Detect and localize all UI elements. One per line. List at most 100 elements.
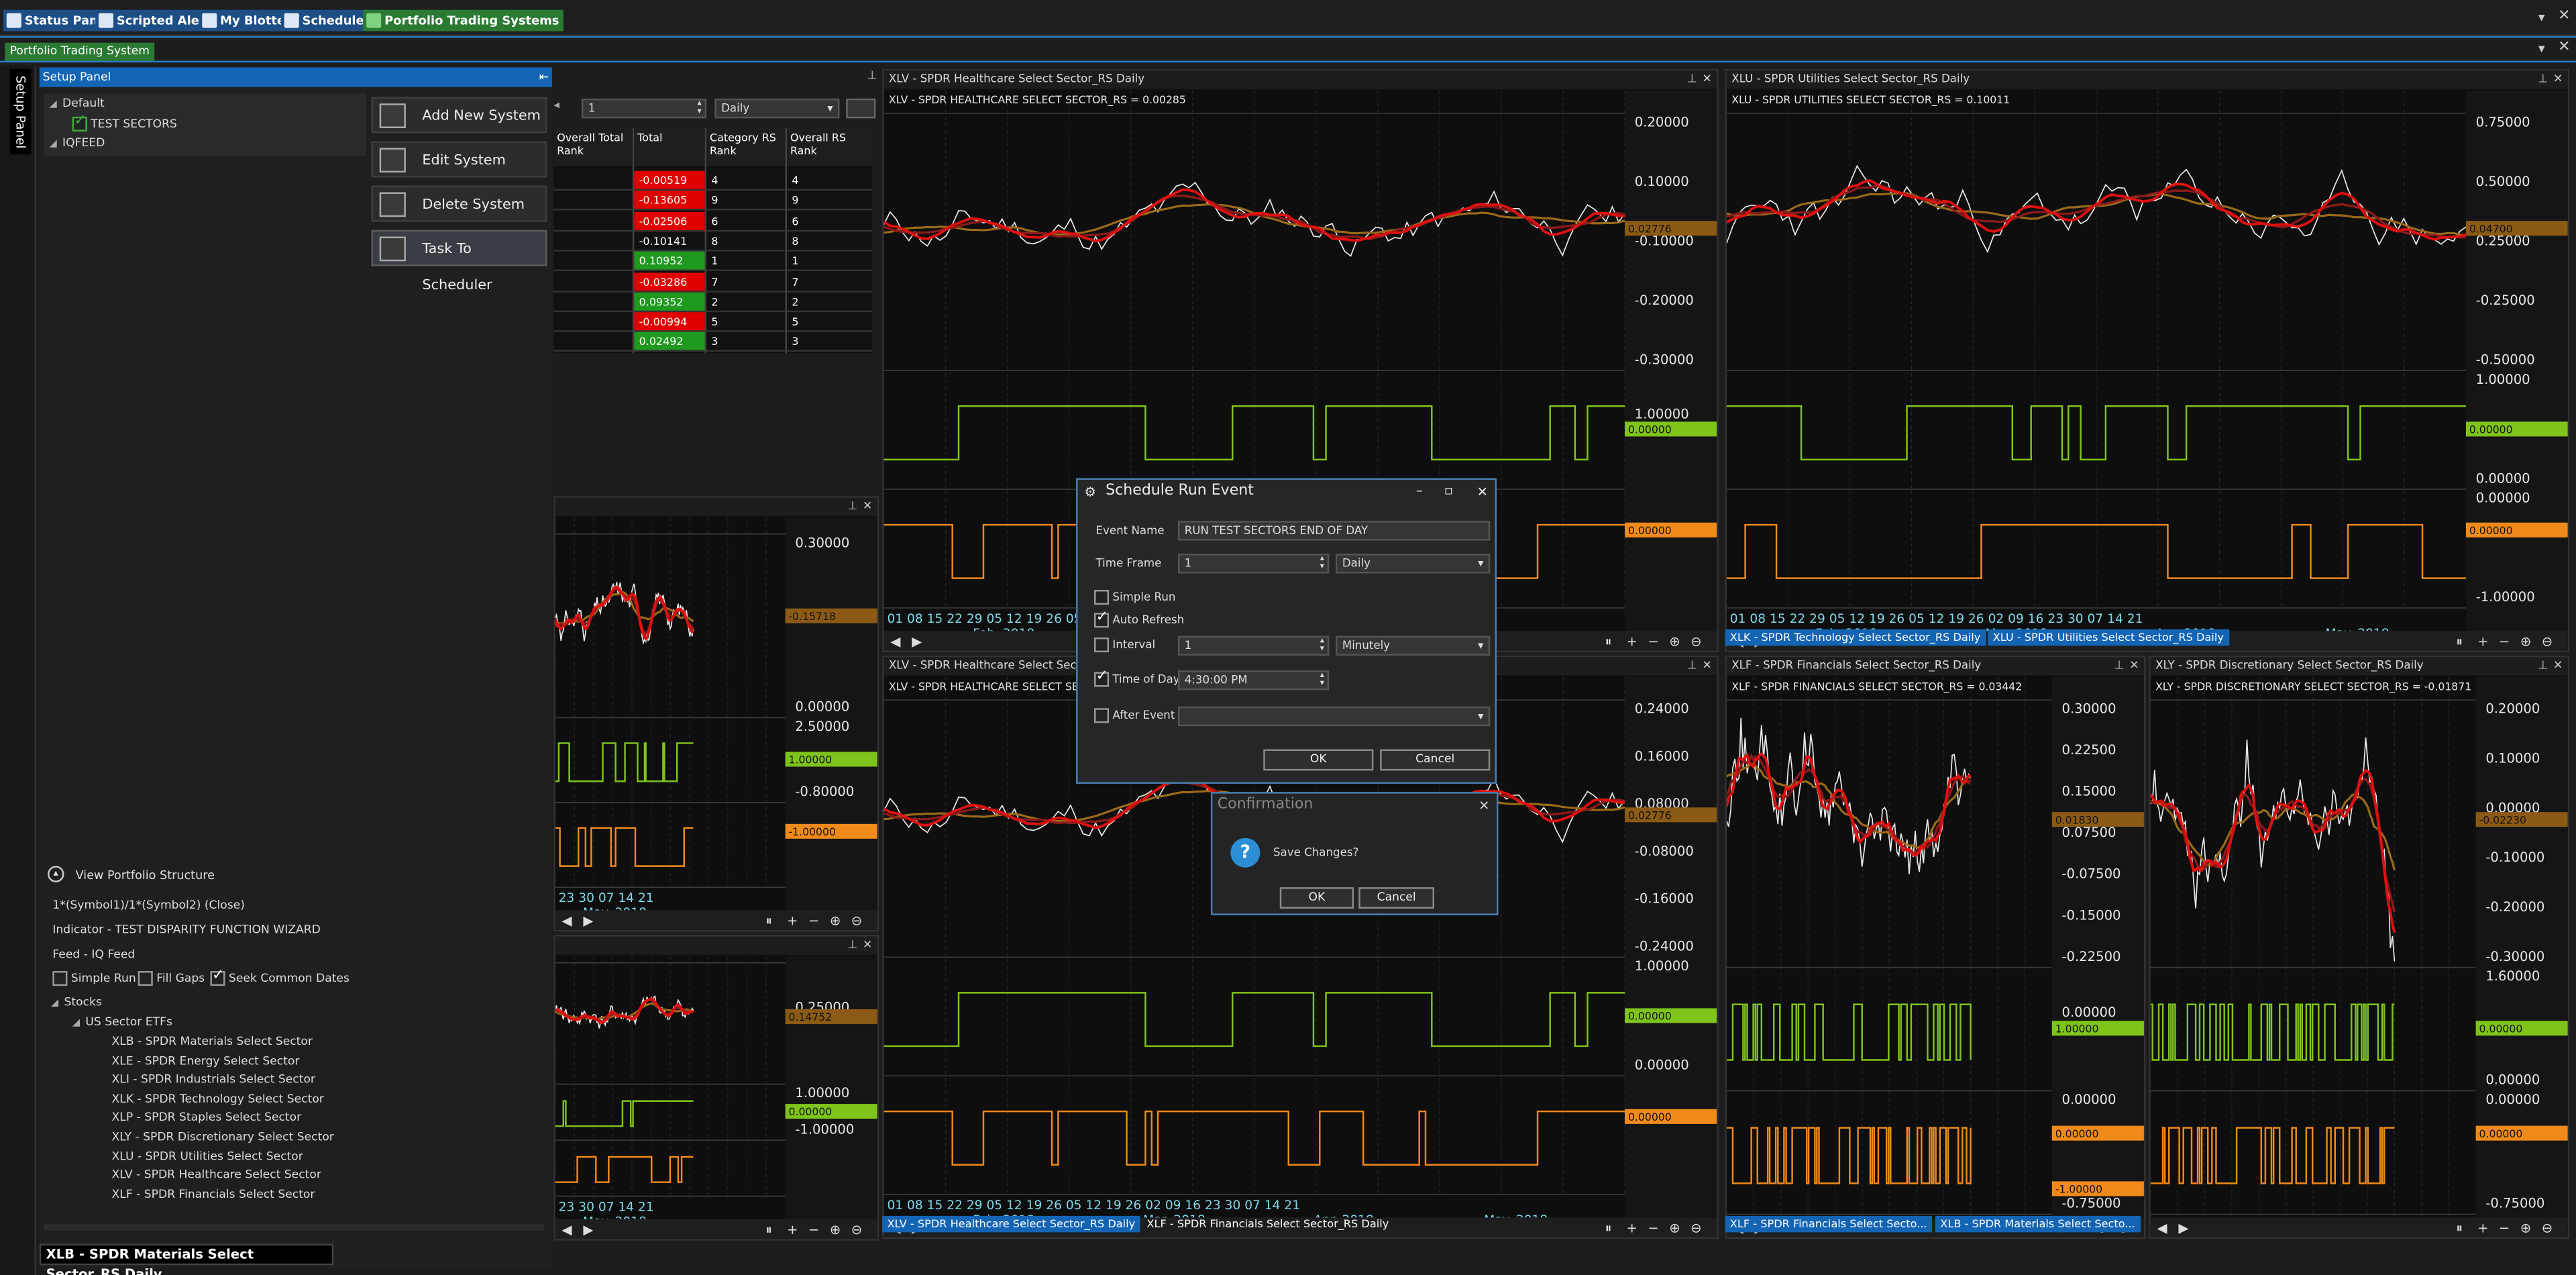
task-to-scheduler-button[interactable]: Task To Scheduler bbox=[371, 230, 547, 294]
pin-icon[interactable]: ⊥ bbox=[847, 498, 857, 516]
close-icon[interactable]: ✕ bbox=[863, 937, 872, 955]
tree-node-test-sectors[interactable]: TEST SECTORS bbox=[72, 113, 177, 132]
fill-gaps-option[interactable]: Fill Gaps bbox=[138, 971, 205, 986]
column-header[interactable]: Overall Total Rank bbox=[553, 128, 633, 166]
stepper-icon[interactable]: ▴ ▾ bbox=[1320, 637, 1324, 654]
tab-xlv-chart[interactable]: XLV - SPDR Healthcare Select Sector_RS D… bbox=[882, 1215, 1140, 1233]
close-icon[interactable]: ✕ bbox=[1479, 794, 1489, 819]
column-header[interactable]: Overall RS Rank bbox=[787, 128, 873, 166]
sector-item[interactable]: XLB - SPDR Materials Select Sector bbox=[112, 1035, 313, 1049]
pin-icon[interactable]: ⊥ bbox=[1687, 70, 1697, 89]
close-icon[interactable]: ✕ bbox=[863, 498, 872, 516]
sector-item[interactable]: XLY - SPDR Discretionary Select Sector bbox=[112, 1131, 334, 1144]
close-icon[interactable]: ✕ bbox=[1702, 70, 1711, 89]
ok-button[interactable]: OK bbox=[1279, 887, 1354, 909]
tab-xlb-chart[interactable]: XLB - SPDR Materials Select Secto... bbox=[1935, 1215, 2141, 1233]
run-button[interactable] bbox=[846, 98, 876, 119]
chart-area[interactable]: XLY - SPDR DISCRETIONARY SELECT SECTOR_R… bbox=[2150, 676, 2568, 1237]
auto-refresh-checkbox[interactable]: Auto Refresh bbox=[1094, 609, 1184, 628]
simple-run-option[interactable]: Simple Run bbox=[52, 971, 136, 986]
tab-xlf-chart[interactable]: XLF - SPDR Financials Select Secto... bbox=[1725, 1215, 1932, 1233]
chart-area[interactable]: XLF - SPDR FINANCIALS SELECT SECTOR_RS =… bbox=[1726, 676, 2144, 1237]
tree-node-us-sector-etfs[interactable]: ◢ US Sector ETFs bbox=[72, 1015, 172, 1029]
column-header[interactable]: Total bbox=[634, 128, 705, 166]
edit-system-button[interactable]: Edit System bbox=[371, 141, 547, 178]
pin-icon[interactable]: ⊥ bbox=[867, 69, 877, 83]
sector-item[interactable]: XLV - SPDR Healthcare Select Sector bbox=[112, 1168, 321, 1182]
sector-item[interactable]: XLE - SPDR Energy Select Sector bbox=[112, 1054, 300, 1068]
interval-checkbox[interactable]: Interval bbox=[1094, 638, 1155, 653]
sector-item[interactable]: XLI - SPDR Industrials Select Sector bbox=[112, 1073, 315, 1086]
portfolio-feed: Feed - IQ Feed bbox=[52, 948, 136, 962]
event-name-input[interactable]: RUN TEST SECTORS END OF DAY bbox=[1177, 521, 1491, 541]
pin-icon[interactable]: ⊥ bbox=[2538, 657, 2548, 675]
tree-node-stocks[interactable]: ◢ Stocks bbox=[51, 996, 102, 1009]
cancel-button[interactable]: Cancel bbox=[1358, 887, 1434, 909]
chart-area[interactable]: 0.300000.000002.500000.00000-0.80000-0.1… bbox=[555, 517, 877, 930]
sector-item[interactable]: XLP - SPDR Staples Select Sector bbox=[112, 1111, 302, 1125]
interval-unit-select[interactable]: Minutely ▾ bbox=[1336, 635, 1491, 656]
tree-node-default[interactable]: ◢ Default bbox=[49, 97, 104, 110]
tab-menu-chevron-icon[interactable]: ▾ bbox=[2538, 41, 2545, 56]
time-of-day-checkbox[interactable]: Time of Day bbox=[1094, 669, 1180, 687]
stepper-icon[interactable]: ▴ ▾ bbox=[1320, 671, 1324, 688]
sector-item[interactable]: XLK - SPDR Technology Select Sector bbox=[112, 1092, 324, 1106]
checkbox-icon[interactable] bbox=[52, 971, 68, 986]
close-icon[interactable]: ✕ bbox=[1477, 480, 1488, 505]
close-icon[interactable]: ✕ bbox=[2129, 657, 2139, 675]
tab-portfolio-trading-system[interactable]: Portfolio Trading System bbox=[5, 42, 155, 61]
cancel-button[interactable]: Cancel bbox=[1380, 749, 1491, 771]
time-frame-unit-select[interactable]: Daily ▾ bbox=[1336, 554, 1491, 574]
chart-area[interactable]: 0.25000 1.00000 -1.00000 0.14752 0.00000 23 3… bbox=[555, 956, 877, 1239]
checkbox-icon[interactable] bbox=[138, 971, 153, 986]
tab-xlu-chart[interactable]: XLU - SPDR Utilities Select Sector_RS Da… bbox=[1988, 629, 2229, 646]
maximize-icon[interactable]: ▫ bbox=[1444, 478, 1453, 503]
pin-icon[interactable]: ⊥ bbox=[2114, 657, 2125, 675]
pin-icon[interactable]: ⊥ bbox=[847, 937, 857, 955]
interval-input[interactable]: 1 ▴ ▾ bbox=[1177, 635, 1330, 656]
checkbox-icon[interactable] bbox=[1094, 708, 1110, 723]
close-icon[interactable]: ✕ bbox=[2553, 657, 2563, 675]
scroll-left-icon[interactable]: ◂ bbox=[553, 99, 567, 118]
horizontal-scrollbar[interactable] bbox=[44, 1224, 544, 1231]
pin-icon[interactable]: ⊥ bbox=[1687, 657, 1697, 675]
setup-panel-side-tab[interactable]: Setup Panel bbox=[9, 68, 32, 155]
portfolio-trading-systems-button[interactable]: Portfolio Trading Systems bbox=[363, 9, 564, 32]
close-tab-icon[interactable]: ✕ bbox=[2558, 40, 2570, 56]
time-frame-input[interactable]: 1 ▴ ▾ bbox=[1177, 554, 1330, 574]
add-new-system-button[interactable]: Add New System bbox=[371, 97, 547, 134]
stepper-icon[interactable]: ▴ ▾ bbox=[698, 99, 702, 116]
simple-run-checkbox[interactable]: Simple Run bbox=[1094, 590, 1175, 605]
close-icon[interactable]: ✕ bbox=[2553, 70, 2563, 89]
tab-xlf-chart[interactable]: XLF - SPDR Financials Select Sector_RS D… bbox=[1142, 1216, 1394, 1232]
sector-item[interactable]: XLF - SPDR Financials Select Sector bbox=[112, 1188, 315, 1201]
pin-icon[interactable]: ⇤ bbox=[539, 67, 549, 87]
pin-icon[interactable]: ⊥ bbox=[2538, 70, 2548, 89]
checkbox-icon[interactable] bbox=[1094, 638, 1110, 653]
column-header[interactable]: Category RS Rank bbox=[706, 128, 786, 166]
view-portfolio-structure-toggle[interactable]: ▴ View Portfolio Structure bbox=[48, 866, 215, 882]
ok-button[interactable]: OK bbox=[1263, 749, 1374, 771]
scheduler-button[interactable]: Scheduler bbox=[280, 9, 375, 32]
after-event-checkbox[interactable]: After Event bbox=[1094, 708, 1175, 723]
minimize-icon[interactable]: – bbox=[1416, 478, 1423, 503]
time-of-day-input[interactable]: 4:30:00 PM ▴ ▾ bbox=[1177, 670, 1330, 691]
close-app-icon[interactable]: ✕ bbox=[2558, 8, 2570, 24]
close-icon[interactable]: ✕ bbox=[1702, 657, 1711, 675]
toolbar-menu-chevron-icon[interactable]: ▾ bbox=[2538, 10, 2545, 25]
checkbox-icon[interactable] bbox=[1094, 609, 1110, 628]
timeframe-select[interactable]: Daily ▾ bbox=[714, 98, 840, 119]
stepper-icon[interactable]: ▴ ▾ bbox=[1320, 554, 1324, 572]
tree-node-iqfeed[interactable]: ◢ IQFEED bbox=[49, 136, 105, 150]
delete-system-button[interactable]: Delete System bbox=[371, 185, 547, 222]
checkbox-icon[interactable] bbox=[72, 113, 87, 132]
checkbox-icon[interactable] bbox=[210, 968, 225, 986]
tab-xlk-chart[interactable]: XLK - SPDR Technology Select Sector_RS D… bbox=[1725, 629, 1986, 646]
checkbox-icon[interactable] bbox=[1094, 669, 1110, 687]
seek-common-dates-option[interactable]: Seek Common Dates bbox=[210, 968, 350, 986]
period-input[interactable]: 1 ▴ ▾ bbox=[581, 98, 707, 119]
chart-area[interactable]: XLU - SPDR UTILITIES SELECT SECTOR_RS = … bbox=[1726, 90, 2568, 651]
checkbox-icon[interactable] bbox=[1094, 590, 1110, 605]
after-event-select[interactable]: ▾ bbox=[1177, 706, 1491, 727]
sector-item[interactable]: XLU - SPDR Utilities Select Sector bbox=[112, 1150, 303, 1163]
